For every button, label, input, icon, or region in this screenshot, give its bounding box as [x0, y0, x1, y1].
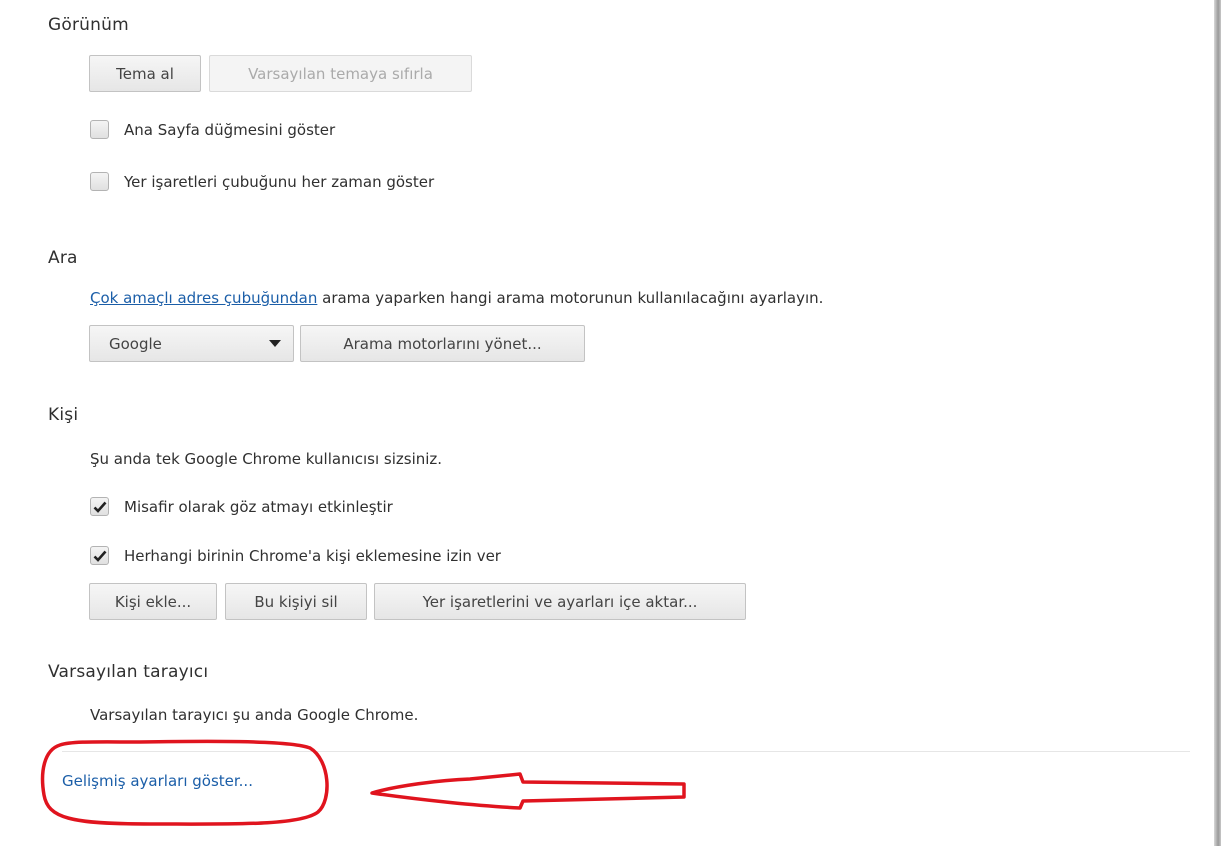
show-home-button-label: Ana Sayfa düğmesini göster	[124, 120, 336, 139]
omnibox-link[interactable]: Çok amaçlı adres çubuğundan	[90, 289, 317, 307]
settings-page: Görünüm Tema al Varsayılan temaya sıfırl…	[0, 0, 1221, 846]
appearance-section-title: Görünüm	[48, 15, 129, 35]
people-description: Şu anda tek Google Chrome kullanıcısı si…	[90, 450, 443, 468]
allow-add-person-label: Herhangi birinin Chrome'a kişi eklemesin…	[124, 546, 501, 565]
checkmark-icon	[93, 550, 106, 562]
search-description-text: arama yaparken hangi arama motorunun kul…	[317, 289, 824, 307]
default-browser-section-title: Varsayılan tarayıcı	[48, 662, 209, 682]
dropdown-arrow-icon	[269, 340, 281, 347]
get-theme-button[interactable]: Tema al	[89, 55, 201, 92]
search-engine-selected-value: Google	[109, 334, 162, 353]
search-description: Çok amaçlı adres çubuğundan arama yapark…	[90, 289, 823, 307]
show-home-button-checkbox[interactable]	[90, 120, 109, 139]
import-bookmarks-button[interactable]: Yer işaretlerini ve ayarları içe aktar..…	[374, 583, 746, 620]
show-bookmarks-bar-label: Yer işaretleri çubuğunu her zaman göster	[124, 172, 435, 191]
people-section-title: Kişi	[48, 405, 79, 425]
footer-divider	[62, 751, 1190, 752]
guest-browsing-checkbox[interactable]	[90, 497, 109, 516]
search-section-title: Ara	[48, 248, 78, 268]
default-browser-description: Varsayılan tarayıcı şu anda Google Chrom…	[90, 706, 419, 724]
checkmark-icon	[93, 501, 106, 513]
show-advanced-settings-link[interactable]: Gelişmiş ayarları göster...	[62, 772, 253, 790]
search-engine-select[interactable]: Google	[89, 325, 294, 362]
allow-add-person-option[interactable]: Herhangi birinin Chrome'a kişi eklemesin…	[90, 546, 501, 565]
manage-search-engines-button[interactable]: Arama motorlarını yönet...	[300, 325, 585, 362]
guest-browsing-option[interactable]: Misafir olarak göz atmayı etkinleştir	[90, 497, 393, 516]
show-home-button-option[interactable]: Ana Sayfa düğmesini göster	[90, 120, 335, 139]
window-right-edge	[1214, 0, 1221, 846]
guest-browsing-label: Misafir olarak göz atmayı etkinleştir	[124, 497, 393, 516]
delete-person-button[interactable]: Bu kişiyi sil	[225, 583, 367, 620]
allow-add-person-checkbox[interactable]	[90, 546, 109, 565]
show-bookmarks-bar-option[interactable]: Yer işaretleri çubuğunu her zaman göster	[90, 172, 434, 191]
add-person-button[interactable]: Kişi ekle...	[89, 583, 217, 620]
show-bookmarks-bar-checkbox[interactable]	[90, 172, 109, 191]
annotation-arrow	[370, 772, 686, 810]
reset-theme-button[interactable]: Varsayılan temaya sıfırla	[209, 55, 472, 92]
